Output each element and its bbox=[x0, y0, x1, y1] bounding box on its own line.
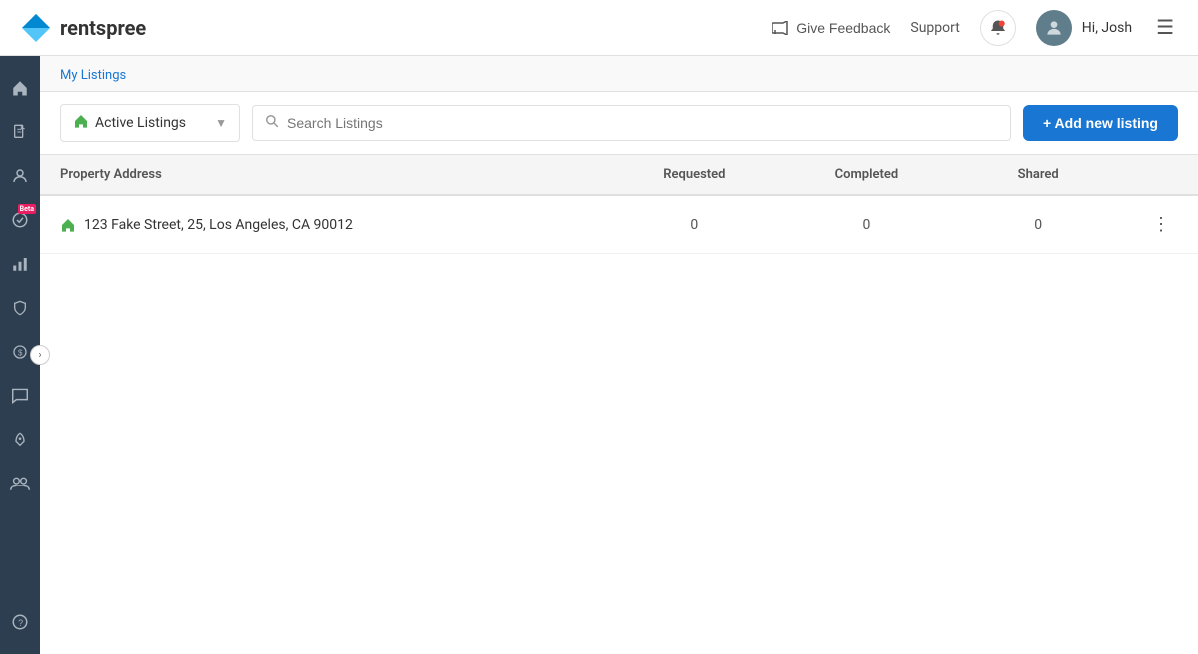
sidebar-item-help[interactable]: ? bbox=[2, 604, 38, 640]
filter-label: Active Listings bbox=[95, 115, 209, 131]
sidebar: Beta $ bbox=[0, 56, 40, 654]
row-more-button[interactable]: ⋮ bbox=[1144, 210, 1178, 239]
listings-filter-dropdown[interactable]: Active Listings ▼ bbox=[60, 104, 240, 142]
sidebar-item-verified[interactable]: Beta bbox=[2, 202, 38, 238]
feedback-button[interactable]: Give Feedback bbox=[772, 20, 890, 36]
col-header-address: Property Address bbox=[40, 155, 608, 195]
sidebar-item-home[interactable] bbox=[2, 70, 38, 106]
help-icon: ? bbox=[11, 613, 29, 631]
search-input[interactable] bbox=[287, 115, 998, 131]
user-area[interactable]: Hi, Josh bbox=[1036, 10, 1132, 46]
chevron-down-icon: ▼ bbox=[215, 116, 227, 130]
notification-button[interactable] bbox=[980, 10, 1016, 46]
search-icon-svg bbox=[265, 114, 279, 128]
logo-text: rentspree bbox=[60, 16, 146, 40]
chat-icon bbox=[11, 388, 29, 404]
breadcrumb-link[interactable]: My Listings bbox=[60, 68, 126, 83]
sidebar-item-shield[interactable] bbox=[2, 290, 38, 326]
report-icon bbox=[11, 255, 29, 273]
toolbar: Active Listings ▼ + Add new listing bbox=[40, 92, 1198, 155]
user-icon bbox=[11, 167, 29, 185]
hamburger-button[interactable]: ☰ bbox=[1152, 11, 1178, 44]
house-icon bbox=[73, 113, 89, 129]
row-house-icon bbox=[60, 217, 76, 233]
content-area: My Listings Active Listings ▼ bbox=[40, 56, 1198, 654]
shared-count: 0 bbox=[952, 195, 1124, 254]
sidebar-collapse-button[interactable]: › bbox=[30, 345, 50, 365]
col-header-actions bbox=[1124, 155, 1198, 195]
col-header-shared: Shared bbox=[952, 155, 1124, 195]
nav-right: Give Feedback Support Hi, Josh ☰ bbox=[772, 10, 1178, 46]
breadcrumb: My Listings bbox=[40, 56, 1198, 92]
completed-count: 0 bbox=[780, 195, 952, 254]
logo[interactable]: rentspree bbox=[20, 12, 146, 44]
table-row: 123 Fake Street, 25, Los Angeles, CA 900… bbox=[40, 195, 1198, 254]
sidebar-item-user[interactable] bbox=[2, 158, 38, 194]
dollar-icon: $ bbox=[12, 343, 28, 361]
megaphone-icon bbox=[772, 21, 790, 35]
bell-icon bbox=[989, 19, 1007, 37]
listings-table-container: Property Address Requested Completed Sha… bbox=[40, 155, 1198, 654]
people-icon bbox=[10, 476, 30, 492]
table-header-row: Property Address Requested Completed Sha… bbox=[40, 155, 1198, 195]
sidebar-item-people[interactable] bbox=[2, 466, 38, 502]
search-icon bbox=[265, 114, 279, 132]
home-icon bbox=[11, 79, 29, 97]
main-layout: Beta $ bbox=[0, 56, 1198, 654]
avatar bbox=[1036, 10, 1072, 46]
actions-cell: ⋮ bbox=[1124, 195, 1198, 254]
listings-table: Property Address Requested Completed Sha… bbox=[40, 155, 1198, 254]
logo-icon bbox=[20, 12, 52, 44]
sidebar-item-document[interactable] bbox=[2, 114, 38, 150]
svg-text:?: ? bbox=[18, 618, 23, 628]
document-icon bbox=[12, 123, 28, 141]
sidebar-item-report[interactable] bbox=[2, 246, 38, 282]
support-link[interactable]: Support bbox=[910, 20, 959, 36]
add-listing-button[interactable]: + Add new listing bbox=[1023, 105, 1178, 141]
col-header-requested: Requested bbox=[608, 155, 780, 195]
address-text: 123 Fake Street, 25, Los Angeles, CA 900… bbox=[84, 217, 353, 233]
table-body: 123 Fake Street, 25, Los Angeles, CA 900… bbox=[40, 195, 1198, 254]
address-cell: 123 Fake Street, 25, Los Angeles, CA 900… bbox=[40, 195, 608, 254]
search-box bbox=[252, 105, 1011, 141]
svg-text:$: $ bbox=[18, 348, 23, 357]
hi-user-label: Hi, Josh bbox=[1082, 20, 1132, 36]
beta-badge: Beta bbox=[18, 204, 36, 214]
sidebar-item-rocket[interactable] bbox=[2, 422, 38, 458]
sidebar-item-chat[interactable] bbox=[2, 378, 38, 414]
col-header-completed: Completed bbox=[780, 155, 952, 195]
shield-icon bbox=[12, 299, 28, 317]
rocket-icon bbox=[12, 431, 28, 449]
top-nav: rentspree Give Feedback Support bbox=[0, 0, 1198, 56]
filter-house-icon bbox=[73, 113, 89, 133]
requested-count: 0 bbox=[608, 195, 780, 254]
user-avatar-icon bbox=[1044, 18, 1064, 38]
